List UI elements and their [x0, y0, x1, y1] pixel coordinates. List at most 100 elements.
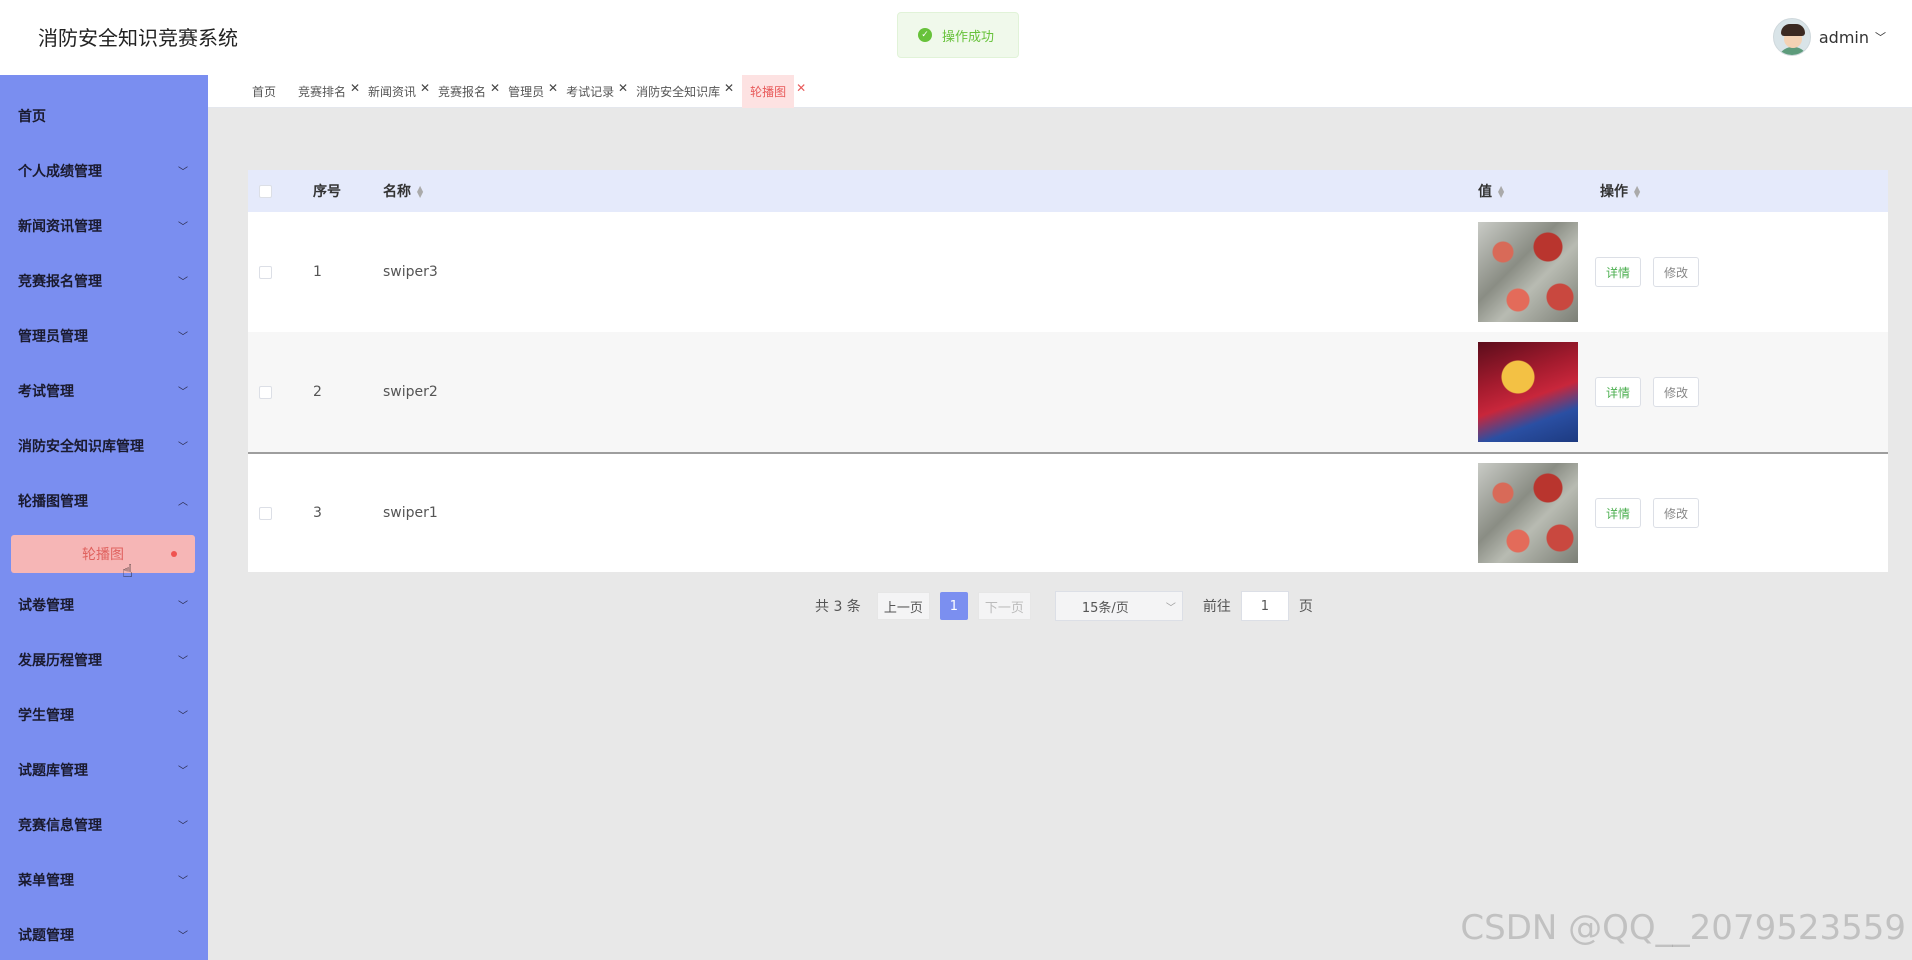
sidebar-item-label: 首页	[18, 108, 46, 125]
chevron-down-icon: ﹀	[178, 442, 188, 453]
tab-registration[interactable]: 竞赛报名 ✕	[438, 75, 500, 108]
sidebar-item-label: 竞赛报名管理	[18, 273, 102, 290]
chevron-down-icon: ﹀	[178, 167, 188, 178]
tab-ranking[interactable]: 竞赛排名 ✕	[298, 75, 360, 108]
sidebar-item-exams[interactable]: 考试管理 ﹀	[0, 363, 208, 418]
sort-icon[interactable]: ▲ ▼	[417, 185, 423, 199]
sidebar-item-label: 学生管理	[18, 707, 74, 724]
tab-carousel[interactable]: 轮播图 ✕	[742, 74, 806, 108]
sidebar-item-label: 考试管理	[18, 383, 74, 400]
avatar[interactable]	[1772, 18, 1811, 56]
row-checkbox[interactable]	[259, 385, 272, 399]
sidebar-item-label: 个人成绩管理	[18, 163, 102, 180]
header-ops[interactable]: 操作 ▲ ▼	[1600, 181, 1640, 201]
sidebar-item-menus[interactable]: 菜单管理 ﹀	[0, 852, 208, 907]
row-image[interactable]	[1478, 463, 1578, 563]
header-value[interactable]: 值 ▲ ▼	[1478, 181, 1504, 201]
detail-button[interactable]: 详情	[1595, 377, 1642, 407]
page-size-select[interactable]: 15条/页 ﹀	[1054, 591, 1183, 621]
row-index: 2	[313, 384, 322, 400]
top-header: 消防安全知识竞赛系统 ✓ 操作成功 admin ﹀	[0, 0, 1912, 75]
row-image[interactable]	[1478, 342, 1578, 442]
chevron-down-icon: ﹀	[178, 821, 188, 832]
sidebar-item-label: 菜单管理	[18, 872, 74, 889]
sidebar-item-questions[interactable]: 试题管理 ﹀	[0, 907, 208, 960]
sidebar-item-label: 轮播图管理	[18, 493, 88, 510]
tab-admins[interactable]: 管理员 ✕	[508, 75, 558, 108]
watermark: CSDN @QQ__2079523559	[1460, 908, 1906, 948]
sidebar-item-contest-info[interactable]: 竞赛信息管理 ﹀	[0, 797, 208, 852]
table-row: 1 swiper3 详情 修改	[248, 212, 1888, 332]
tab-bar: 首页 竞赛排名 ✕ 新闻资讯 ✕ 竞赛报名 ✕ 管理员 ✕ 考试记录 ✕ 消防安全知识库 ✕…	[208, 74, 1912, 108]
sidebar-item-students[interactable]: 学生管理 ﹀	[0, 687, 208, 742]
chevron-down-icon: ﹀	[178, 656, 188, 667]
header-name[interactable]: 名称 ▲ ▼	[383, 181, 423, 201]
sidebar-item-history[interactable]: 发展历程管理 ﹀	[0, 632, 208, 687]
table-row: 2 swiper2 详情 修改	[248, 332, 1888, 452]
app-title: 消防安全知识竞赛系统	[38, 26, 238, 50]
sidebar-item-news[interactable]: 新闻资讯管理 ﹀	[0, 198, 208, 253]
tab-label: 竞赛报名	[438, 84, 487, 99]
tab-label: 管理员	[508, 84, 545, 99]
sidebar-subitem-label: 轮播图	[82, 547, 124, 563]
user-menu[interactable]: admin ﹀	[1772, 18, 1886, 56]
table-header: 序号 名称 ▲ ▼ 值 ▲ ▼ 操作 ▲ ▼	[248, 170, 1888, 212]
close-icon[interactable]: ✕	[724, 81, 734, 95]
prev-page-button[interactable]: 上一页	[876, 592, 930, 620]
goto-page-input[interactable]: 1	[1240, 591, 1289, 621]
sidebar-item-label: 管理员管理	[18, 328, 88, 345]
sidebar-item-admins[interactable]: 管理员管理 ﹀	[0, 308, 208, 363]
row-index: 3	[313, 505, 322, 521]
sidebar-item-scores[interactable]: 个人成绩管理 ﹀	[0, 143, 208, 198]
close-icon[interactable]: ✕	[350, 81, 360, 95]
tab-home[interactable]: 首页	[252, 75, 284, 108]
sidebar-item-label: 消防安全知识库管理	[18, 438, 144, 455]
close-icon[interactable]: ✕	[548, 81, 558, 95]
tab-exam-records[interactable]: 考试记录 ✕	[566, 75, 628, 108]
sidebar-item-knowledge[interactable]: 消防安全知识库管理 ﹀	[0, 418, 208, 473]
header-ops-label: 操作	[1600, 184, 1628, 200]
header-name-label: 名称	[383, 184, 411, 200]
sidebar-item-home[interactable]: 首页	[0, 88, 208, 143]
close-icon[interactable]: ✕	[618, 81, 628, 95]
page-size-value: 15条/页	[1081, 600, 1129, 616]
tab-knowledge[interactable]: 消防安全知识库 ✕	[636, 75, 734, 108]
close-icon[interactable]: ✕	[420, 81, 430, 95]
close-icon[interactable]: ✕	[490, 81, 500, 95]
goto-label: 前往	[1202, 599, 1231, 615]
next-page-button[interactable]: 下一页	[977, 592, 1031, 620]
select-all-checkbox[interactable]	[259, 184, 272, 198]
sidebar-item-carousel[interactable]: 轮播图管理 ︿	[0, 473, 208, 528]
chevron-down-icon[interactable]: ﹀	[1875, 29, 1886, 45]
sidebar-item-question-bank[interactable]: 试题库管理 ﹀	[0, 742, 208, 797]
success-toast: ✓ 操作成功	[897, 12, 1019, 58]
username[interactable]: admin	[1819, 28, 1869, 47]
pagination: 共 3 条 上一页 1 下一页 15条/页 ﹀ 前往 1 页	[815, 590, 1313, 622]
close-icon[interactable]: ✕	[796, 81, 806, 95]
edit-button[interactable]: 修改	[1653, 498, 1700, 528]
row-checkbox[interactable]	[259, 506, 272, 520]
tab-label: 消防安全知识库	[636, 84, 721, 99]
chevron-up-icon: ︿	[178, 497, 188, 508]
page-number-current[interactable]: 1	[939, 592, 968, 620]
chevron-down-icon: ﹀	[178, 332, 188, 343]
tab-label: 首页	[252, 84, 277, 99]
carousel-table: 序号 名称 ▲ ▼ 值 ▲ ▼ 操作 ▲ ▼ 1 swiper3 详情 修改 2 swipe…	[248, 170, 1888, 572]
sidebar-item-label: 试卷管理	[18, 597, 74, 614]
sort-icon[interactable]: ▲ ▼	[1498, 185, 1504, 199]
tab-label: 考试记录	[566, 84, 615, 99]
edit-button[interactable]: 修改	[1653, 377, 1700, 407]
sidebar-item-label: 新闻资讯管理	[18, 218, 102, 235]
page-suffix: 页	[1298, 599, 1313, 615]
detail-button[interactable]: 详情	[1595, 498, 1642, 528]
toast-message: 操作成功	[942, 29, 995, 45]
sidebar-item-registration[interactable]: 竞赛报名管理 ﹀	[0, 253, 208, 308]
row-image[interactable]	[1478, 222, 1578, 322]
sidebar-item-papers[interactable]: 试卷管理 ﹀	[0, 577, 208, 632]
detail-button[interactable]: 详情	[1595, 257, 1642, 287]
edit-button[interactable]: 修改	[1653, 257, 1700, 287]
sort-icon[interactable]: ▲ ▼	[1634, 185, 1640, 199]
tab-news[interactable]: 新闻资讯 ✕	[368, 75, 430, 108]
sidebar-subitem-carousel[interactable]: 轮播图	[11, 535, 195, 573]
row-checkbox[interactable]	[259, 265, 272, 279]
